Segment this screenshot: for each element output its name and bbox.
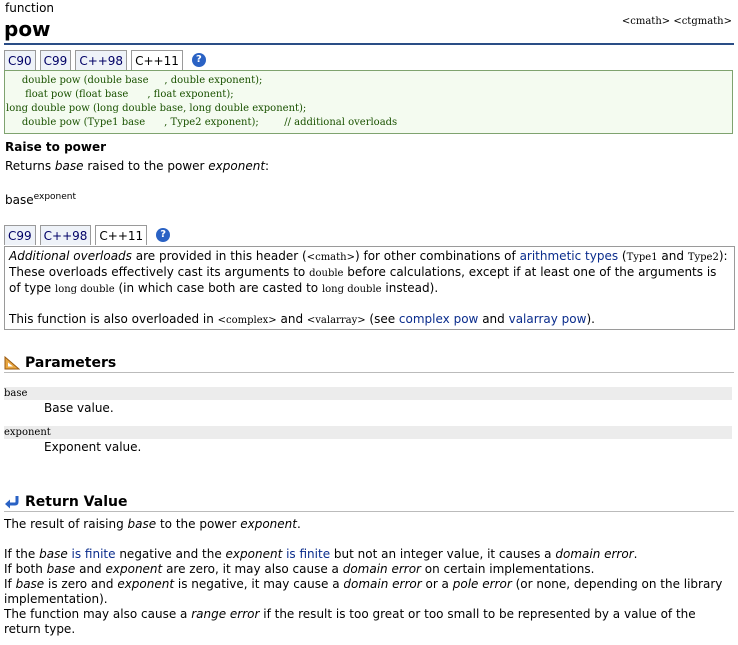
tab-c90[interactable]: C90 — [4, 50, 36, 70]
overloads-note: Additional overloads are provided in thi… — [4, 246, 735, 330]
return-arrow-icon — [5, 496, 19, 509]
param-name-exponent: exponent — [4, 426, 732, 439]
standard-tabs-overloads: C99 C++98 C++11 ? — [4, 225, 171, 245]
tab-c99[interactable]: C99 — [4, 225, 36, 245]
tab-cpp11[interactable]: C++11 — [131, 50, 183, 70]
header-files: <cmath> <ctgmath> — [621, 16, 732, 27]
tab-cpp11[interactable]: C++11 — [95, 225, 148, 245]
help-icon[interactable]: ? — [156, 228, 171, 242]
isfinite-link[interactable]: is finite — [68, 547, 116, 561]
tab-c99[interactable]: C99 — [39, 50, 72, 70]
return-value-heading: Return Value — [4, 494, 127, 510]
section-divider — [4, 372, 734, 373]
formula: baseexponent — [5, 192, 77, 207]
function-kind-label: function — [5, 1, 55, 15]
complex-pow-link[interactable]: complex pow — [399, 312, 478, 326]
page-title: pow — [4, 17, 51, 41]
tab-cpp98[interactable]: C++98 — [39, 225, 92, 245]
parameters-heading: Parameters — [4, 355, 116, 371]
prototype-line: long double pow (long double base, long … — [6, 103, 307, 114]
prototype-line: double pow (Type1 base , Type2 exponent)… — [6, 117, 398, 128]
function-subtitle: Raise to power — [5, 140, 107, 154]
param-desc-base: Base value. — [44, 401, 114, 415]
valarray-pow-link[interactable]: valarray pow — [509, 312, 587, 326]
title-divider — [4, 43, 734, 45]
param-name-base: base — [4, 387, 732, 400]
prototype-line: float pow (float base , float exponent); — [6, 89, 234, 100]
ruler-icon — [4, 356, 20, 370]
return-value-text: The result of raising base to the power … — [4, 517, 723, 636]
isfinite-link[interactable]: is finite — [282, 547, 330, 561]
prototype-box: double pow (double base , double exponen… — [4, 70, 733, 134]
arithmetic-types-link[interactable]: arithmetic types — [520, 249, 619, 263]
prototype-line: double pow (double base , double exponen… — [6, 75, 263, 86]
param-desc-exponent: Exponent value. — [44, 440, 142, 454]
section-divider — [4, 511, 734, 512]
help-icon[interactable]: ? — [191, 53, 206, 67]
function-description: Returns base raised to the power exponen… — [5, 159, 270, 173]
tab-cpp98[interactable]: C++98 — [75, 50, 128, 70]
standard-tabs: C90 C99 C++98 C++11 ? — [4, 50, 206, 70]
